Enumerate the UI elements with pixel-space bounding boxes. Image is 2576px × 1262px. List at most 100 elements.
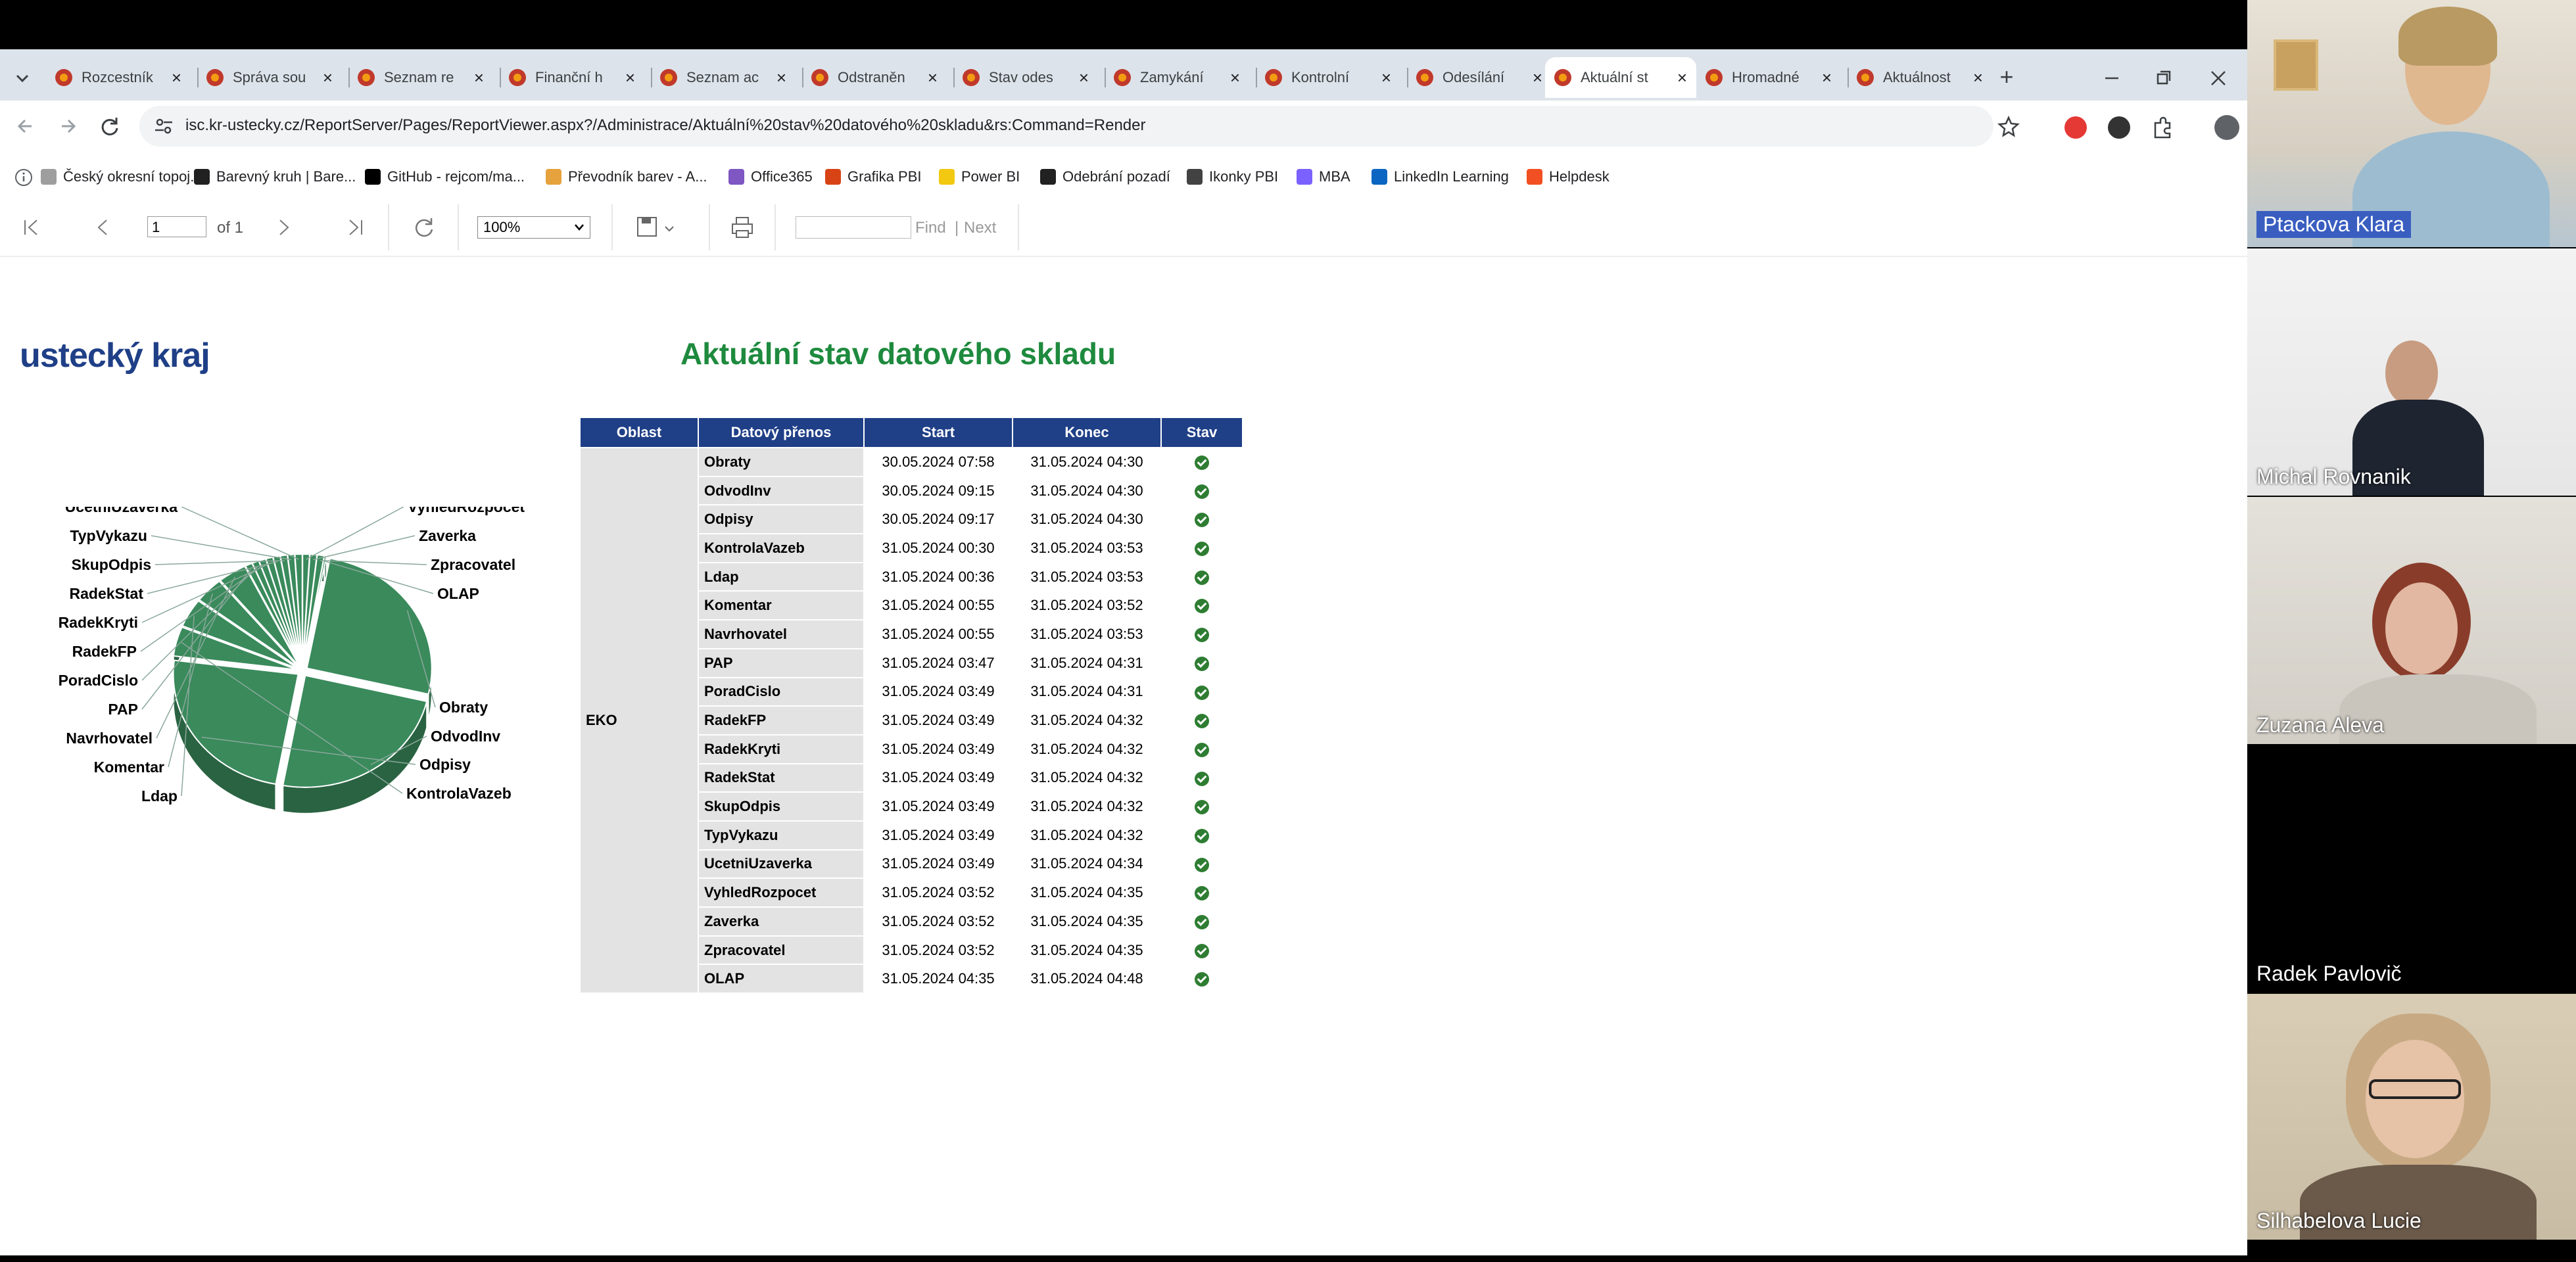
bookmark-item[interactable]: Český okresní topoj...: [41, 165, 203, 189]
bookmark-item[interactable]: Barevný kruh | Bare...: [194, 165, 356, 189]
tab-title: Rozcestník: [82, 69, 153, 85]
status-cell: [1160, 734, 1243, 764]
tab-search-button[interactable]: [8, 64, 37, 93]
column-header: Oblast: [579, 417, 699, 448]
bookmark-label: Převodník barev - A...: [568, 168, 707, 185]
restore-button[interactable]: [2149, 64, 2178, 93]
tab-13[interactable]: Aktuálnost ×: [1848, 57, 1992, 98]
bookmark-item[interactable]: MBA: [1297, 165, 1350, 189]
find-next-button[interactable]: Next: [964, 219, 996, 237]
reload-button[interactable]: [96, 112, 124, 140]
export-button[interactable]: [635, 214, 681, 240]
glasses: [2369, 1079, 2461, 1099]
tab-4[interactable]: Finanční h ×: [500, 57, 644, 98]
tab-close-icon[interactable]: ×: [1230, 68, 1240, 88]
participant-tile-2[interactable]: Michal Rovnanik: [2247, 248, 2576, 496]
next-page-icon[interactable]: [272, 216, 295, 239]
bookmark-item[interactable]: LinkedIn Learning: [1371, 165, 1509, 189]
tab-close-icon[interactable]: ×: [323, 68, 333, 88]
tab-close-icon[interactable]: ×: [1677, 68, 1687, 88]
bookmark-star-icon[interactable]: [1997, 115, 2020, 137]
bookmark-item[interactable]: Grafika PBI: [825, 165, 921, 189]
check-circle-icon: [1195, 599, 1209, 614]
tab-6[interactable]: Odstraněn ×: [802, 57, 947, 98]
address-bar[interactable]: isc.kr-ustecky.cz/ReportServer/Pages/Rep…: [139, 106, 2020, 147]
tab-close-icon[interactable]: ×: [1822, 68, 1832, 88]
pie-label: RadekFP: [72, 643, 137, 660]
extensions-puzzle-icon[interactable]: [2150, 115, 2175, 140]
tab-7[interactable]: Stav odes ×: [953, 57, 1098, 98]
tab-title: Správa sou: [233, 69, 306, 85]
status-cell: [1160, 647, 1243, 678]
check-circle-icon: [1195, 972, 1209, 987]
previous-page-icon[interactable]: [92, 216, 114, 239]
tab-9[interactable]: Kontrolní ×: [1256, 57, 1400, 98]
bookmark-label: Barevný kruh | Bare...: [216, 168, 356, 185]
end-cell: 31.05.2024 04:32: [1012, 734, 1162, 764]
bookmark-item[interactable]: GitHub - rejcom/ma...: [365, 165, 525, 189]
tab-close-icon[interactable]: ×: [474, 68, 484, 88]
first-page-icon[interactable]: [20, 216, 42, 239]
start-cell: 31.05.2024 03:47: [863, 647, 1013, 678]
extension-info[interactable]: [2108, 116, 2130, 139]
forward-button[interactable]: [54, 112, 82, 140]
bookmark-icon: [546, 169, 561, 185]
page-number-input[interactable]: 1: [147, 216, 206, 237]
bookmark-item[interactable]: Odebrání pozadí: [1040, 165, 1170, 189]
tab-10[interactable]: Odesílání ×: [1407, 57, 1552, 98]
tab-close-icon[interactable]: ×: [776, 68, 786, 88]
report-body: ustecký kraj Aktuální stav datového skla…: [0, 257, 2247, 1255]
extension-opera[interactable]: [2064, 116, 2087, 139]
pie-label: Zpracovatel: [431, 556, 515, 573]
transfer-name-cell: TypVykazu: [698, 820, 865, 851]
print-icon[interactable]: [730, 215, 755, 240]
bookmark-item[interactable]: Převodník barev - A...: [546, 165, 707, 189]
refresh-icon[interactable]: [412, 215, 437, 240]
bookmark-item[interactable]: Power BI: [939, 165, 1020, 189]
tab-title: Aktuální st: [1581, 69, 1648, 85]
back-button[interactable]: [12, 112, 39, 140]
tab-3[interactable]: Seznam re ×: [348, 57, 493, 98]
find-input[interactable]: [796, 216, 911, 239]
close-window-button[interactable]: [2204, 64, 2233, 93]
tab-12[interactable]: Hromadné ×: [1696, 57, 1841, 98]
pie-label: Odpisy: [419, 756, 471, 773]
data-table: Oblast Datový přenos Start Konec Stav EKO Obr…: [579, 417, 1243, 994]
tab-close-icon[interactable]: ×: [172, 68, 181, 88]
report-title: Aktuální stav datového skladu: [680, 337, 1116, 371]
transfer-name-cell: VyhledRozpocet: [698, 877, 865, 908]
find-button[interactable]: Find: [915, 219, 946, 237]
tab-close-icon[interactable]: ×: [1381, 68, 1391, 88]
tab-2[interactable]: Správa sou ×: [197, 57, 342, 98]
participant-tile-4[interactable]: Radek Pavlovič: [2247, 745, 2576, 993]
participant-tile-5[interactable]: Silhabelova Lucie: [2247, 994, 2576, 1240]
participant-tile-1[interactable]: Ptackova Klara: [2247, 0, 2576, 247]
participant-tile-3[interactable]: Zuzana Aleva: [2247, 497, 2576, 744]
tab-5[interactable]: Seznam ac ×: [651, 57, 796, 98]
zoom-select[interactable]: 100%: [477, 216, 590, 239]
bookmark-icon: [1187, 169, 1203, 185]
minimize-button[interactable]: [2097, 64, 2126, 93]
tab-11[interactable]: Aktuální st ×: [1545, 57, 1696, 98]
last-page-icon[interactable]: [345, 216, 367, 239]
tab-close-icon[interactable]: ×: [625, 68, 635, 88]
transfer-name-cell: Komentar: [698, 590, 865, 621]
pie-slice: [282, 674, 428, 788]
bookmark-label: Helpdesk: [1549, 168, 1610, 185]
profile-avatar[interactable]: [2214, 115, 2239, 140]
tab-1[interactable]: Rozcestník ×: [46, 57, 191, 98]
tab-8[interactable]: Zamykání ×: [1105, 57, 1249, 98]
tab-close-icon[interactable]: ×: [1973, 68, 1983, 88]
tab-close-icon[interactable]: ×: [928, 68, 938, 88]
transfer-name-cell: RadekKryti: [698, 734, 865, 764]
bookmark-item[interactable]: Ikonky PBI: [1187, 165, 1278, 189]
tab-close-icon[interactable]: ×: [1079, 68, 1089, 88]
wall-picture: [2274, 39, 2318, 91]
bookmark-item[interactable]: Helpdesk: [1527, 165, 1610, 189]
pie-label: Komentar: [94, 759, 164, 776]
site-settings-icon[interactable]: [154, 116, 174, 136]
tab-close-icon[interactable]: ×: [1533, 68, 1542, 88]
end-cell: 31.05.2024 04:32: [1012, 791, 1162, 822]
new-tab-button[interactable]: +: [1992, 64, 2021, 93]
bookmark-item[interactable]: Office365: [728, 165, 813, 189]
